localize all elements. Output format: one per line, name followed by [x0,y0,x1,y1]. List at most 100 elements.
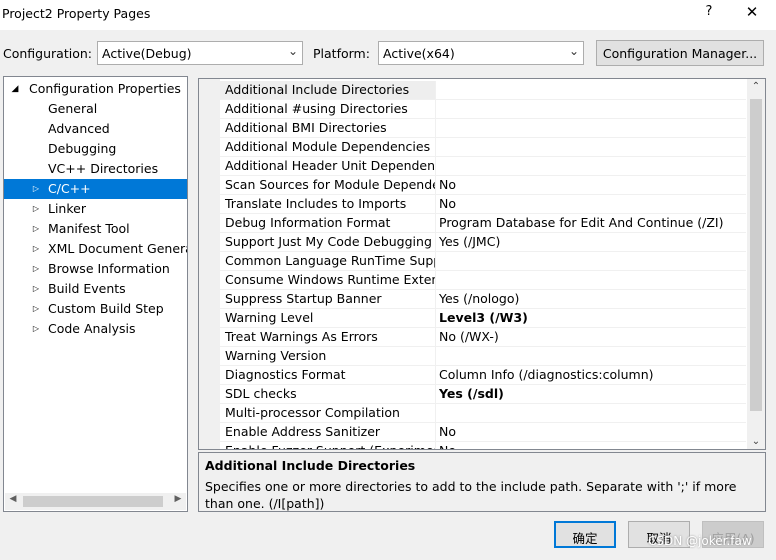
tree-root-configuration-properties[interactable]: ◢ Configuration Properties [4,79,187,99]
property-value[interactable] [439,252,744,270]
help-button[interactable]: ? [702,4,716,19]
grid-vertical-scrollbar[interactable]: ⌃ ⌄ [747,79,765,449]
property-row[interactable]: Debug Information Format Program Database… [220,214,746,233]
tree-item-c-c-[interactable]: ▷ C/C++ [4,179,187,199]
scroll-up-icon[interactable]: ⌃ [747,81,765,92]
property-name: SDL checks [220,385,436,403]
tree-item-build-events[interactable]: ▷ Build Events [4,279,187,299]
scroll-down-icon[interactable]: ⌄ [747,436,765,447]
property-value[interactable] [439,157,744,175]
property-name: Treat Warnings As Errors [220,328,436,346]
property-value[interactable]: Yes (/JMC) [439,233,744,251]
property-row[interactable]: Warning Level Level3 (/W3) [220,309,746,328]
scroll-left-icon[interactable]: ◀ [5,494,21,504]
property-value[interactable]: Yes (/sdl) [439,385,744,403]
property-name: Multi-processor Compilation [220,404,436,422]
property-value[interactable]: No [439,423,744,441]
property-row[interactable]: Additional Header Unit Dependencie [220,157,746,176]
property-value[interactable]: Program Database for Edit And Continue (… [439,214,744,232]
property-row[interactable]: Consume Windows Runtime Extensio [220,271,746,290]
close-button[interactable]: ✕ [744,3,760,21]
tree-horizontal-scrollbar[interactable]: ◀ ▶ [5,493,186,510]
property-name: Additional #using Directories [220,100,436,118]
property-value[interactable]: No [439,176,744,194]
property-row[interactable]: Diagnostics Format Column Info (/diagnost… [220,366,746,385]
collapsed-triangle-icon[interactable]: ▷ [31,219,41,239]
property-value[interactable] [439,347,744,365]
collapsed-triangle-icon[interactable]: ▷ [31,199,41,219]
tree-item-label: Debugging [48,141,117,156]
collapsed-triangle-icon[interactable]: ▷ [31,279,41,299]
property-name: Warning Version [220,347,436,365]
ok-button[interactable]: 确定 [554,521,616,548]
property-row[interactable]: Enable Address Sanitizer No [220,423,746,442]
collapsed-triangle-icon[interactable]: ▷ [31,179,41,199]
property-name: Debug Information Format [220,214,436,232]
configuration-dropdown[interactable]: Active(Debug) ⌄ [97,41,303,65]
property-value[interactable]: Column Info (/diagnostics:column) [439,366,744,384]
property-value[interactable]: Level3 (/W3) [439,309,744,327]
property-row[interactable]: Additional BMI Directories [220,119,746,138]
collapsed-triangle-icon[interactable]: ▷ [31,319,41,339]
property-row[interactable]: Common Language RunTime Suppo [220,252,746,271]
tree-item-label: C/C++ [48,181,91,196]
collapsed-triangle-icon[interactable]: ▷ [31,299,41,319]
tree-item-xml-document-generat[interactable]: ▷ XML Document Generat [4,239,187,259]
property-name: Additional BMI Directories [220,119,436,137]
property-value[interactable] [439,100,744,118]
property-grid[interactable]: Additional Include Directories Additional… [198,78,766,450]
property-row[interactable]: Treat Warnings As Errors No (/WX-) [220,328,746,347]
property-row[interactable]: Additional #using Directories [220,100,746,119]
property-name: Diagnostics Format [220,366,436,384]
property-name: Scan Sources for Module Dependen [220,176,436,194]
tree-item-label: Linker [48,201,86,216]
collapsed-triangle-icon[interactable]: ▷ [31,239,41,259]
property-row[interactable]: Additional Module Dependencies [220,138,746,157]
collapsed-triangle-icon[interactable]: ▷ [31,259,41,279]
tree-item-vc-directories[interactable]: VC++ Directories [4,159,187,179]
scrollbar-thumb[interactable] [750,99,762,411]
property-name: Additional Module Dependencies [220,138,436,156]
property-row[interactable]: Multi-processor Compilation [220,404,746,423]
property-value[interactable]: No (/WX-) [439,328,744,346]
title-bar: Project2 Property Pages ? ✕ [0,0,776,30]
property-row[interactable]: Suppress Startup Banner Yes (/nologo) [220,290,746,309]
property-row[interactable]: Enable Fuzzer Support (ExperimentNo [220,442,746,449]
property-value[interactable] [439,138,744,156]
tree-item-browse-information[interactable]: ▷ Browse Information [4,259,187,279]
property-name: Common Language RunTime Suppo [220,252,436,270]
property-row[interactable]: Additional Include Directories [220,81,746,100]
property-value[interactable]: Yes (/nologo) [439,290,744,308]
scrollbar-thumb[interactable] [23,496,163,507]
property-row[interactable]: Translate Includes to Imports No [220,195,746,214]
property-name: Enable Address Sanitizer [220,423,436,441]
tree-item-custom-build-step[interactable]: ▷ Custom Build Step [4,299,187,319]
property-value[interactable] [439,271,744,289]
platform-dropdown[interactable]: Active(x64) ⌄ [378,41,584,65]
property-value[interactable] [439,119,744,137]
configuration-manager-button[interactable]: Configuration Manager... [596,40,764,66]
tree-item-advanced[interactable]: Advanced [4,119,187,139]
scroll-right-icon[interactable]: ▶ [170,494,186,504]
description-text: Specifies one or more directories to add… [205,479,737,511]
property-value[interactable]: No [439,442,744,449]
tree-item-general[interactable]: General [4,99,187,119]
tree-item-manifest-tool[interactable]: ▷ Manifest Tool [4,219,187,239]
property-row[interactable]: Warning Version [220,347,746,366]
expanded-triangle-icon[interactable]: ◢ [10,79,20,99]
tree-item-label: Custom Build Step [48,301,164,316]
property-row[interactable]: Support Just My Code Debugging Yes (/JMC) [220,233,746,252]
chevron-down-icon: ⌄ [568,44,579,58]
chevron-down-icon: ⌄ [287,44,298,58]
property-row[interactable]: SDL checks Yes (/sdl) [220,385,746,404]
property-name: Additional Header Unit Dependencie [220,157,436,175]
property-value[interactable]: No [439,195,744,213]
tree-item-debugging[interactable]: Debugging [4,139,187,159]
tree-item-code-analysis[interactable]: ▷ Code Analysis [4,319,187,339]
tree-item-label: General [48,101,98,116]
property-tree[interactable]: ◢ Configuration Properties General Advanc… [3,76,188,512]
property-value[interactable] [439,404,744,422]
property-value[interactable] [439,81,744,99]
property-row[interactable]: Scan Sources for Module Dependen No [220,176,746,195]
tree-item-linker[interactable]: ▷ Linker [4,199,187,219]
